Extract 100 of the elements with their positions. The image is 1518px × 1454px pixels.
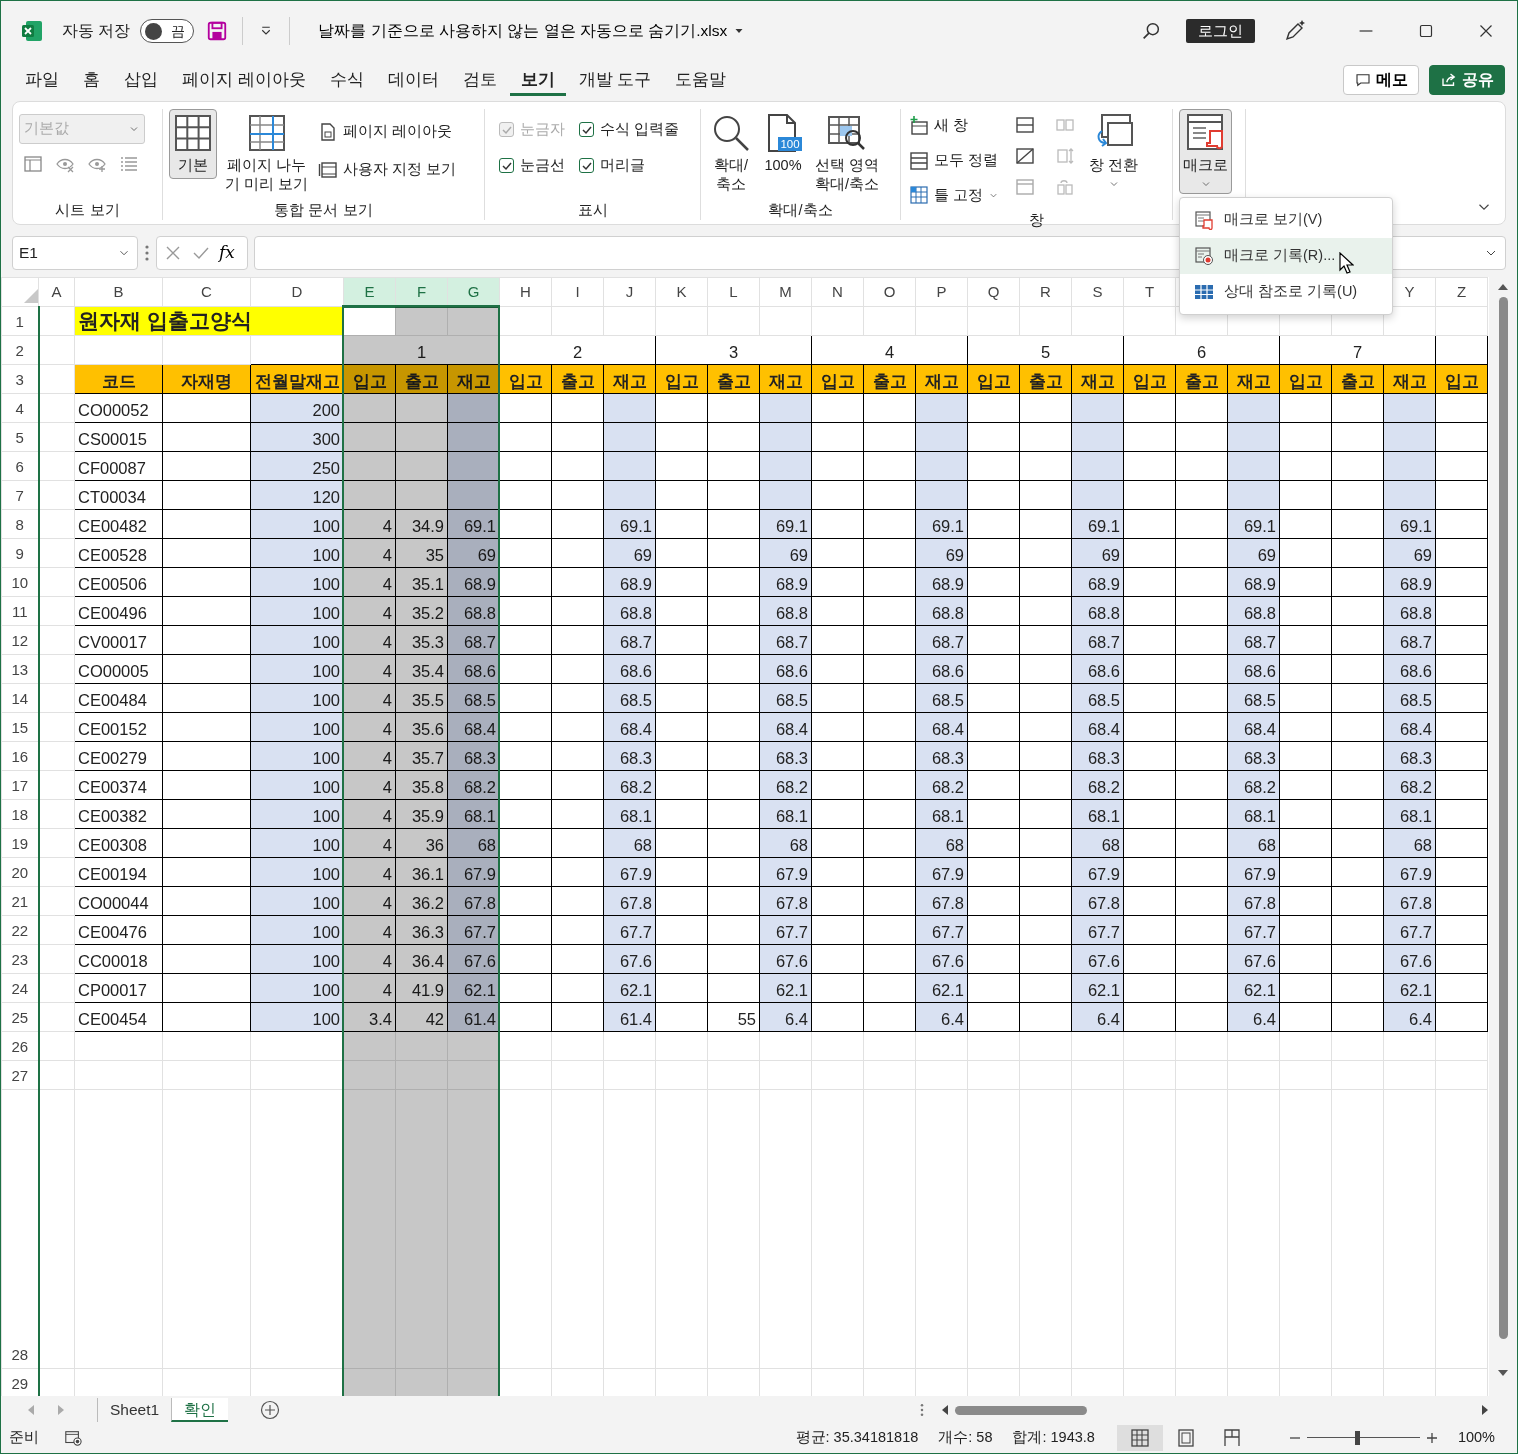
row-header[interactable]: 15 [1, 712, 39, 742]
scrollbar-thumb[interactable] [955, 1405, 1087, 1415]
row-header[interactable]: 25 [1, 1002, 39, 1032]
zoom-to-selection-button[interactable]: 선택 영역 확대/축소 [811, 109, 884, 198]
column-header[interactable]: Q [967, 277, 1020, 307]
ribbon-tab[interactable]: 페이지 레이아웃 [171, 63, 317, 97]
row-header[interactable]: 6 [1, 451, 39, 481]
sheet-view-icon[interactable] [23, 154, 43, 174]
column-header[interactable]: J [603, 277, 656, 307]
column-header[interactable]: R [1019, 277, 1072, 307]
name-box[interactable]: E1 [12, 236, 138, 270]
file-title-button[interactable]: 날짜를 기준으로 사용하지 않는 열은 자동으로 숨기기.xlsx [318, 19, 746, 43]
row-header[interactable]: 18 [1, 799, 39, 829]
column-header[interactable]: K [655, 277, 708, 307]
more-icon[interactable] [144, 243, 150, 263]
ribbon-tab[interactable]: 파일 [14, 63, 70, 97]
macros-button[interactable]: 매크로 [1179, 109, 1232, 194]
ribbon-tab[interactable]: 데이터 [376, 63, 450, 97]
insert-function-button[interactable]: fx [219, 240, 235, 266]
page-break-preview-button[interactable]: 페이지 나누 기 미리 보기 [221, 109, 313, 198]
row-header[interactable]: 20 [1, 857, 39, 887]
freeze-panes-button[interactable]: 틀 고정 [907, 180, 1002, 211]
row-header[interactable]: 11 [1, 596, 39, 626]
menu-item[interactable]: 매크로 보기(V) [1180, 201, 1392, 238]
normal-view-button[interactable]: 기본 [169, 109, 217, 179]
switch-windows-button[interactable]: 창 전환 [1085, 109, 1143, 194]
row-header[interactable]: 16 [1, 741, 39, 771]
new-window-icon [909, 115, 929, 136]
table-cell: CE00528 [74, 538, 163, 568]
checkbox[interactable]: 수식 입력줄 [579, 119, 680, 141]
macro-record-icon[interactable] [63, 1428, 83, 1447]
new-window-button[interactable]: 새 창 [907, 111, 1002, 141]
column-header[interactable]: C [162, 277, 251, 307]
row-header[interactable]: 8 [1, 509, 39, 539]
scrollbar-thumb[interactable] [1498, 297, 1508, 1339]
row-header[interactable]: 5 [1, 422, 39, 452]
zoom-in-icon[interactable] [1425, 1431, 1438, 1444]
zoom-button[interactable]: 확대/ 축소 [707, 109, 755, 198]
row-header[interactable]: 29 [1, 1368, 39, 1396]
row-header[interactable]: 28 [1, 1089, 39, 1369]
column-header[interactable]: P [915, 277, 968, 307]
spreadsheet-app-icon[interactable] [20, 19, 44, 43]
menu-item[interactable]: 매크로 기록(R)... [1180, 237, 1392, 274]
row-header[interactable]: 14 [1, 683, 39, 713]
column-header[interactable]: I [551, 277, 604, 307]
column-header[interactable]: N [811, 277, 864, 307]
row-header[interactable]: 9 [1, 538, 39, 568]
ribbon-tab[interactable]: 홈 [72, 63, 111, 97]
row-header[interactable]: 26 [1, 1031, 39, 1061]
column-header[interactable]: A [38, 277, 75, 307]
memo-button[interactable]: 메모 [1343, 65, 1419, 95]
normal-view-button[interactable] [1116, 1424, 1163, 1451]
column-header[interactable]: B [74, 277, 163, 307]
row-header[interactable]: 7 [1, 480, 39, 510]
row-header[interactable]: 24 [1, 973, 39, 1003]
custom-views-button[interactable]: 사용자 지정 보기 [316, 154, 459, 185]
zoom-100-button[interactable]: 100 100% [759, 109, 807, 179]
row-header[interactable]: 22 [1, 915, 39, 945]
row-header[interactable]: 17 [1, 770, 39, 800]
row-header[interactable]: 21 [1, 886, 39, 916]
ribbon-tab[interactable]: 보기 [509, 63, 566, 97]
row-header[interactable]: 13 [1, 654, 39, 684]
ribbon-tab[interactable]: 도움말 [664, 63, 738, 97]
arrange-all-button[interactable]: 모두 정렬 [907, 145, 1002, 176]
row-header[interactable]: 27 [1, 1060, 39, 1090]
column-header[interactable]: Z [1435, 277, 1488, 307]
checkbox[interactable]: 머리글 [579, 154, 680, 177]
save-icon[interactable] [206, 20, 229, 42]
page-break-grid-icon [246, 113, 287, 153]
column-header[interactable]: O [863, 277, 916, 307]
ribbon-tab[interactable]: 수식 [318, 63, 375, 97]
ribbon-tab[interactable]: 삽입 [113, 63, 169, 97]
row-header[interactable]: 12 [1, 625, 39, 655]
split-window-icon[interactable] [1015, 115, 1036, 135]
column-header[interactable]: M [759, 277, 812, 307]
checkbox[interactable]: 눈금선 [499, 154, 565, 177]
ribbon-tab[interactable]: 개발 도구 [567, 63, 663, 97]
row-header[interactable]: 10 [1, 567, 39, 597]
login-button[interactable]: 로그인 [1186, 18, 1255, 44]
row-header[interactable]: 4 [1, 393, 39, 423]
row-header[interactable]: 3 [1, 364, 39, 394]
column-header[interactable]: T [1123, 277, 1176, 307]
ribbon-tab[interactable]: 검토 [451, 63, 508, 97]
pen-icon[interactable] [1283, 19, 1307, 43]
column-header[interactable]: L [707, 277, 760, 307]
sheet-tab[interactable]: 확인 [171, 1398, 229, 1422]
column-header[interactable]: S [1071, 277, 1124, 307]
add-sheet-icon[interactable] [260, 1400, 281, 1420]
row-header[interactable]: 19 [1, 828, 39, 858]
row-header[interactable]: 1 [1, 306, 39, 336]
row-header[interactable]: 2 [1, 335, 39, 365]
column-header[interactable]: D [250, 277, 344, 307]
column-header[interactable]: H [499, 277, 552, 307]
search-icon[interactable] [1140, 20, 1162, 42]
slider-thumb[interactable] [1354, 1430, 1360, 1445]
hide-window-icon[interactable] [1015, 146, 1036, 166]
autosave-toggle[interactable]: 끔 [140, 19, 195, 43]
page-layout-button[interactable]: 페이지 레이아웃 [316, 117, 459, 147]
share-button[interactable]: 공유 [1429, 65, 1505, 95]
row-header[interactable]: 23 [1, 944, 39, 974]
